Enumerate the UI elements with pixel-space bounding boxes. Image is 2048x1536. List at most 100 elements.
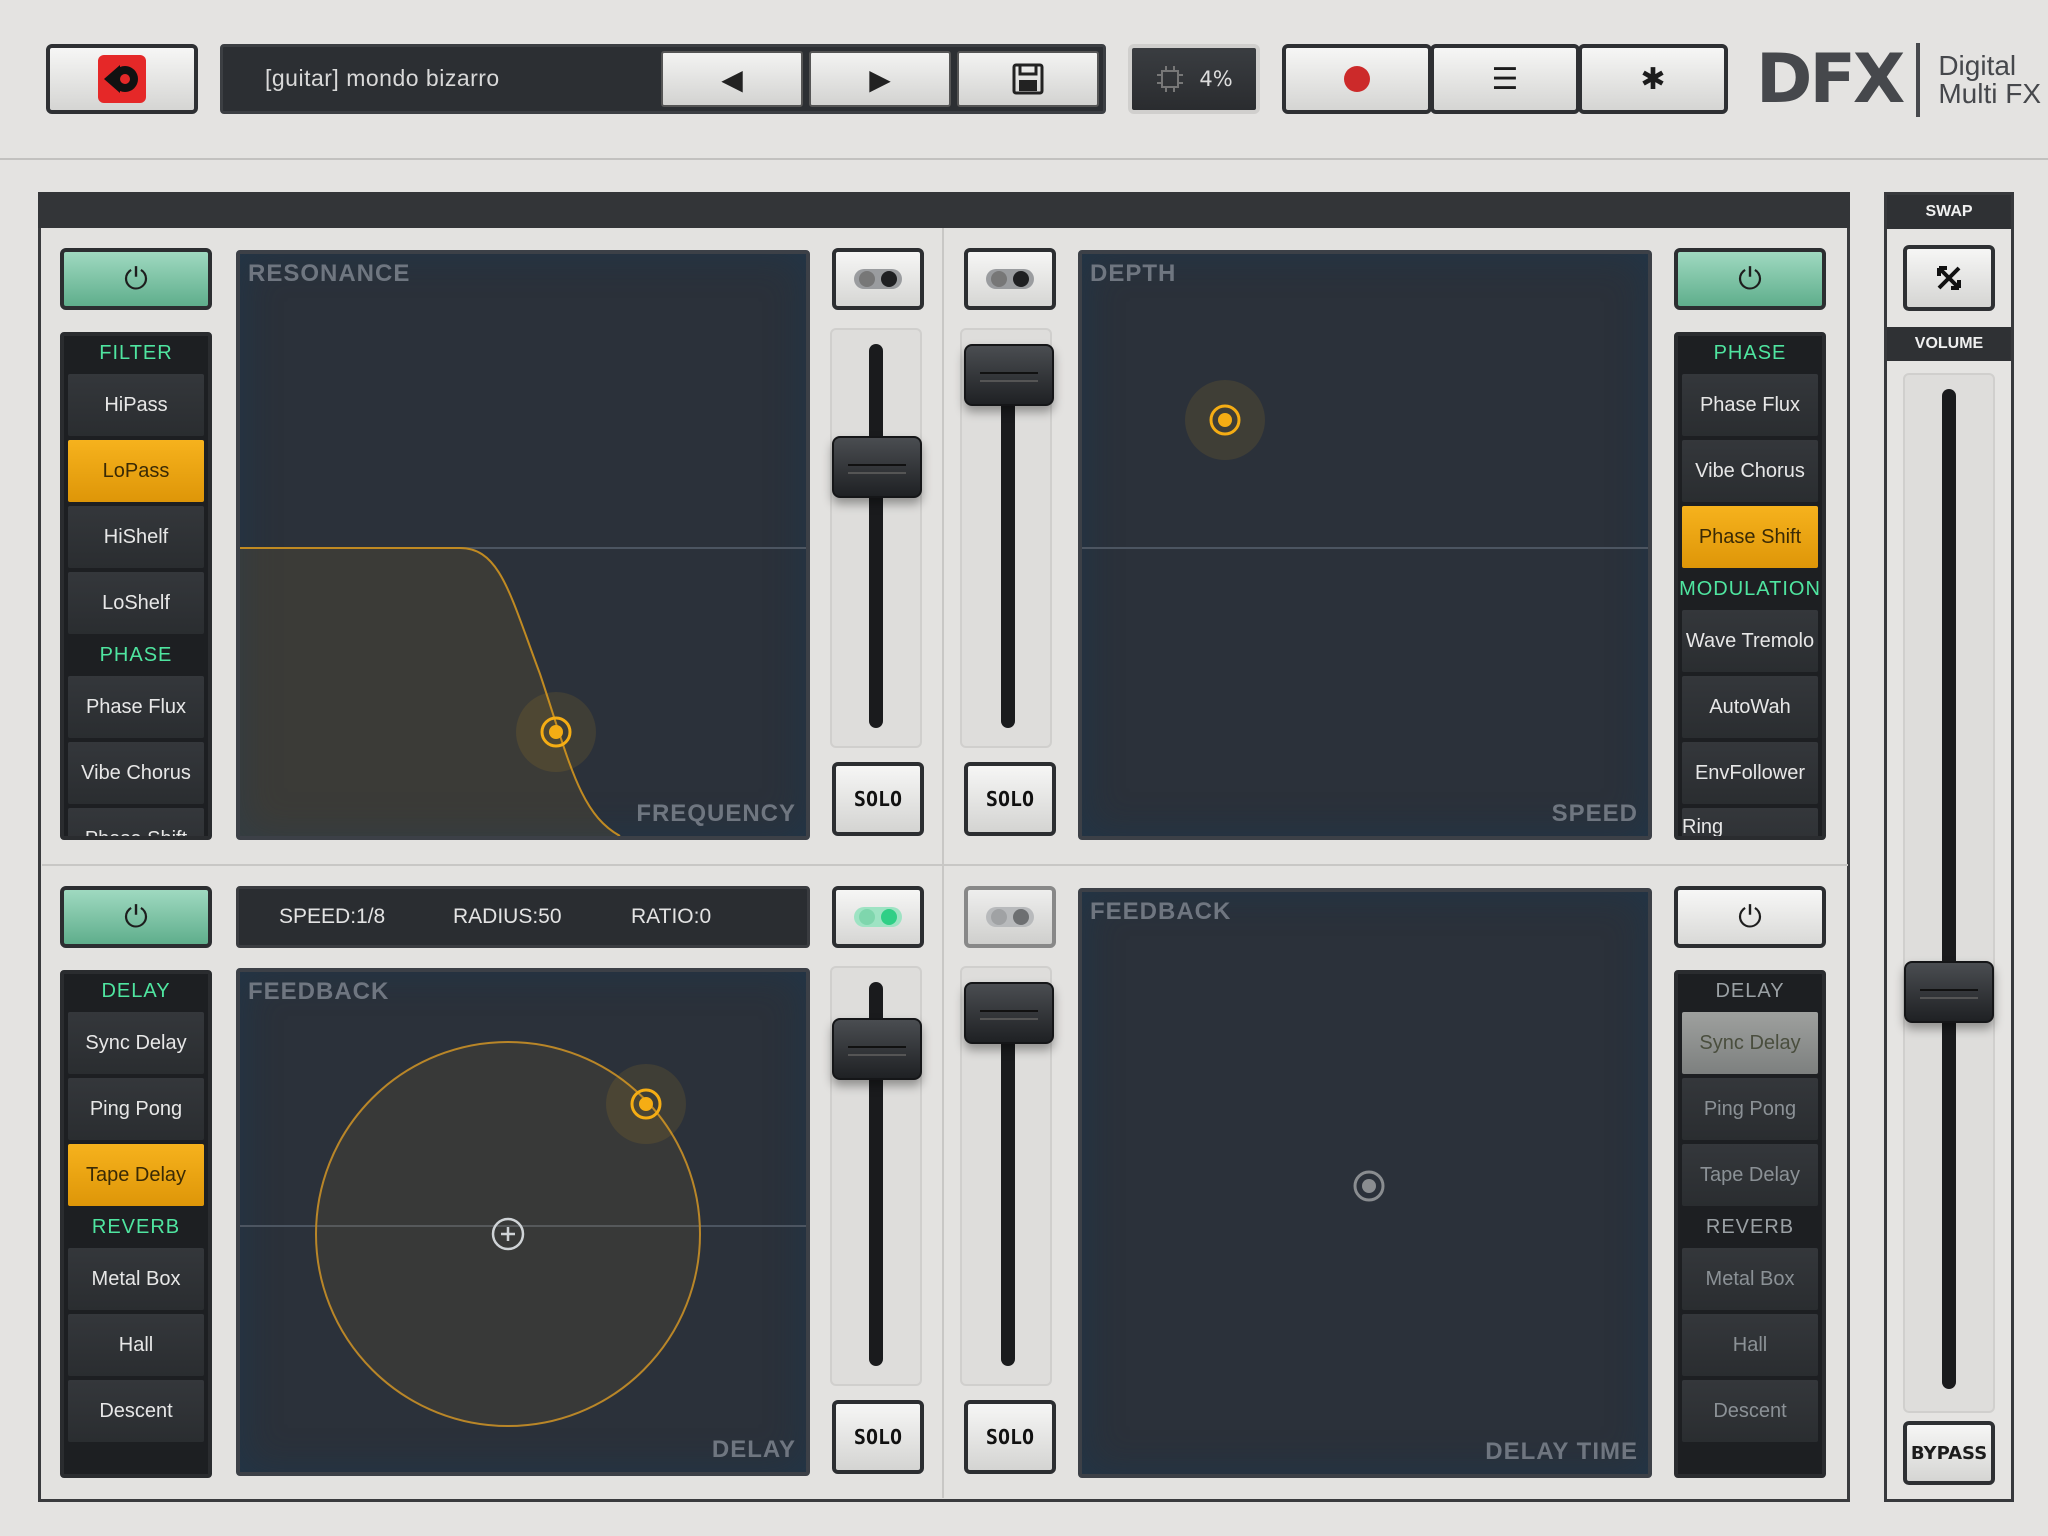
- list-item-tape-delay[interactable]: Tape Delay: [68, 1144, 204, 1206]
- list-item-wave-tremolo[interactable]: Wave Tremolo: [1682, 610, 1818, 672]
- app-menu-button[interactable]: [46, 44, 198, 114]
- logo-sub-line2: Multi FX: [1938, 77, 2042, 109]
- list-item-phase-flux[interactable]: Phase Flux: [68, 676, 204, 738]
- list-item-phase-shift[interactable]: Phase Shift: [68, 808, 204, 836]
- category-label: PHASE: [1713, 341, 1787, 364]
- volume-rail: [1942, 389, 1956, 1389]
- toggle-switch-fx2[interactable]: [964, 248, 1056, 310]
- list-item-sync-delay[interactable]: Sync Delay: [1682, 1012, 1818, 1074]
- list-item-metal-box[interactable]: Metal Box: [1682, 1248, 1818, 1310]
- list-item-phase-flux[interactable]: Phase Flux: [1682, 374, 1818, 436]
- settings-button[interactable]: ✱: [1578, 44, 1728, 114]
- xy-pad-fx3[interactable]: FEEDBACK DELAY: [236, 968, 810, 1476]
- fader-rail-fx1: [869, 344, 883, 728]
- orbit-info-bar: SPEED:1/8 RADIUS:50 RATIO:0: [236, 886, 810, 948]
- fader-handle-fx4[interactable]: [964, 982, 1054, 1044]
- radius-readout[interactable]: RADIUS:50: [453, 905, 562, 929]
- power-button-fx2[interactable]: ⏻: [1674, 248, 1826, 310]
- list-item-sync-delay[interactable]: Sync Delay: [68, 1012, 204, 1074]
- list-item-hishelf[interactable]: HiShelf: [68, 506, 204, 568]
- solo-button-fx1[interactable]: SOLO: [832, 762, 924, 836]
- save-preset-button[interactable]: [957, 51, 1099, 107]
- list-item-ping-pong[interactable]: Ping Pong: [68, 1078, 204, 1140]
- ratio-readout[interactable]: RATIO:0: [631, 905, 711, 929]
- power-icon: ⏻: [124, 261, 148, 297]
- list-item-vibe-chorus[interactable]: Vibe Chorus: [68, 742, 204, 804]
- swap-button[interactable]: [1903, 245, 1995, 311]
- list-item-phase-shift[interactable]: Phase Shift: [1682, 506, 1818, 568]
- volume-header: VOLUME: [1887, 327, 2011, 361]
- category-label: PHASE: [99, 643, 173, 666]
- power-button-fx3[interactable]: ⏻: [60, 886, 212, 948]
- prev-icon: ◀: [721, 62, 743, 96]
- solo-label: SOLO: [985, 1425, 1035, 1449]
- master-panel: SWAP VOLUME BYPASS: [1884, 192, 2014, 1502]
- solo-button-fx3[interactable]: SOLO: [832, 1400, 924, 1474]
- pad-grid: [1353, 1170, 1385, 1202]
- solo-label: SOLO: [853, 1425, 903, 1449]
- list-item-ring-modulation[interactable]: Ring Modulation: [1682, 808, 1818, 836]
- fader-handle-fx3[interactable]: [832, 1018, 922, 1080]
- list-item-descent[interactable]: Descent: [1682, 1380, 1818, 1442]
- xy-pad-fx1[interactable]: RESONANCE FREQUENCY: [236, 250, 810, 840]
- list-item-tape-delay[interactable]: Tape Delay: [1682, 1144, 1818, 1206]
- list-item-autowah[interactable]: AutoWah: [1682, 676, 1818, 738]
- app-logo-icon: [98, 55, 146, 103]
- list-item-lopass[interactable]: LoPass: [68, 440, 204, 502]
- power-button-fx4[interactable]: ⏻: [1674, 886, 1826, 948]
- toggle-icon: [986, 269, 1034, 289]
- next-preset-button[interactable]: ▶: [809, 51, 951, 107]
- fader-handle-fx1[interactable]: [832, 436, 922, 498]
- list-item-hipass[interactable]: HiPass: [68, 374, 204, 436]
- record-button[interactable]: [1282, 44, 1432, 114]
- power-button-fx1[interactable]: ⏻: [60, 248, 212, 310]
- category-label: DELAY: [101, 979, 171, 1002]
- effect-list-fx2[interactable]: PHASE Phase Flux Vibe Chorus Phase Shift…: [1674, 332, 1826, 840]
- volume-fader-handle[interactable]: [1904, 961, 1994, 1023]
- pad-x-label: DELAY TIME: [1485, 1438, 1638, 1465]
- volume-label: VOLUME: [1914, 335, 1984, 352]
- list-item-metal-box[interactable]: Metal Box: [68, 1248, 204, 1310]
- category-label: FILTER: [99, 341, 173, 364]
- cpu-chip-icon: [1157, 66, 1184, 92]
- list-item-hall[interactable]: Hall: [68, 1314, 204, 1376]
- swap-icon: [1937, 266, 1961, 290]
- list-item-loshelf[interactable]: LoShelf: [68, 572, 204, 634]
- solo-button-fx4[interactable]: SOLO: [964, 1400, 1056, 1474]
- list-item-ping-pong[interactable]: Ping Pong: [1682, 1078, 1818, 1140]
- effect-list-fx3[interactable]: DELAY Sync Delay Ping Pong Tape Delay RE…: [60, 970, 212, 1478]
- toggle-switch-fx3[interactable]: [832, 886, 924, 948]
- effect-list-fx4[interactable]: DELAY Sync Delay Ping Pong Tape Delay RE…: [1674, 970, 1826, 1478]
- prev-preset-button[interactable]: ◀: [661, 51, 803, 107]
- list-item-vibe-chorus[interactable]: Vibe Chorus: [1682, 440, 1818, 502]
- pad-grid: [1082, 380, 1648, 549]
- toggle-icon: [854, 907, 902, 927]
- fader-handle-fx2[interactable]: [964, 344, 1054, 406]
- speed-readout[interactable]: SPEED:1/8: [279, 905, 385, 929]
- list-item-hall[interactable]: Hall: [1682, 1314, 1818, 1376]
- effect-list-fx1[interactable]: FILTER HiPass LoPass HiShelf LoShelf PHA…: [60, 332, 212, 840]
- xy-pad-fx2[interactable]: DEPTH SPEED: [1078, 250, 1652, 840]
- filter-curve: [240, 547, 806, 836]
- list-item-descent[interactable]: Descent: [68, 1380, 204, 1442]
- solo-button-fx2[interactable]: SOLO: [964, 762, 1056, 836]
- toggle-switch-fx1[interactable]: [832, 248, 924, 310]
- list-item-envfollower[interactable]: EnvFollower: [1682, 742, 1818, 804]
- solo-label: SOLO: [853, 787, 903, 811]
- bypass-button[interactable]: BYPASS: [1903, 1421, 1995, 1485]
- record-icon: [1344, 66, 1370, 92]
- swap-label: SWAP: [1925, 203, 1973, 220]
- floppy-disk-icon: [1012, 63, 1044, 95]
- category-label: MODULATION: [1679, 577, 1821, 600]
- logo-sub-line1: Digital: [1938, 49, 2017, 81]
- toggle-switch-fx4[interactable]: [964, 886, 1056, 948]
- brand-logo: DFX Digital Multi FX: [1756, 40, 2041, 119]
- preset-name[interactable]: [guitar] mondo bizarro: [265, 65, 500, 92]
- cpu-label: 4%: [1199, 67, 1233, 91]
- xy-pad-fx4[interactable]: FEEDBACK DELAY TIME: [1078, 888, 1652, 1478]
- pad-x-label: SPEED: [1551, 800, 1638, 827]
- main-frame-topbar: [38, 192, 1850, 228]
- menu-button[interactable]: ☰: [1430, 44, 1580, 114]
- power-icon: ⏻: [1738, 899, 1762, 935]
- pad-y-label: FEEDBACK: [248, 978, 390, 1005]
